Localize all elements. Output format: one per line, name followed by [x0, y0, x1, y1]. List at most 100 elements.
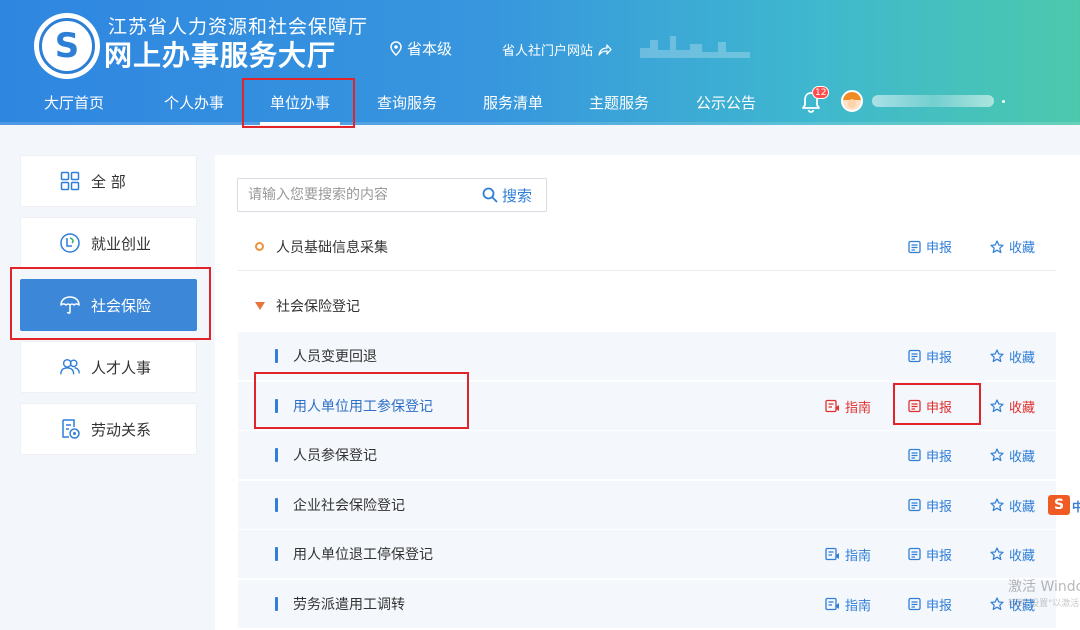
- star-icon: [990, 597, 1004, 611]
- sidebar-item-label: 全 部: [91, 172, 126, 191]
- search-button-label: 搜索: [502, 186, 533, 205]
- people-icon: [59, 356, 81, 378]
- declare-label: 申报: [926, 548, 953, 564]
- guide-button[interactable]: 指南: [825, 595, 871, 614]
- sogou-ime-icon[interactable]: S: [1048, 495, 1070, 515]
- guide-button[interactable]: 指南: [825, 397, 871, 416]
- declare-label: 申报: [926, 350, 953, 366]
- logo-s-icon: S: [54, 26, 80, 66]
- search-button[interactable]: 搜索: [474, 185, 532, 206]
- search-input[interactable]: [238, 180, 474, 210]
- portal-link-label: 省人社门户网站: [502, 44, 594, 59]
- hall-name: 网上办事服务大厅: [104, 39, 337, 72]
- org-logo[interactable]: S: [34, 13, 100, 79]
- nav-announcement[interactable]: 公示公告: [696, 92, 756, 113]
- favorite-label: 收藏: [1009, 241, 1036, 256]
- user-avatar[interactable]: [841, 90, 863, 112]
- circle-bullet-icon: [255, 242, 264, 251]
- windows-activation-watermark: 激活 Windows: [1008, 579, 1080, 595]
- guide-label: 指南: [845, 598, 872, 614]
- favorite-button[interactable]: 收藏: [990, 545, 1035, 564]
- group-title[interactable]: 人员基础信息采集: [276, 237, 388, 257]
- nav-personal[interactable]: 个人办事: [164, 92, 224, 113]
- nav-query[interactable]: 查询服务: [377, 92, 437, 113]
- sidebar-item-all[interactable]: 全 部: [20, 155, 197, 207]
- star-icon: [990, 349, 1004, 363]
- sidebar-item-talent[interactable]: 人才人事: [20, 341, 197, 393]
- declare-label: 申报: [926, 598, 953, 614]
- share-arrow-icon: [598, 43, 612, 56]
- nav-home[interactable]: 大厅首页: [44, 92, 104, 113]
- item-title[interactable]: 劳务派遣用工调转: [293, 594, 405, 614]
- sidebar-item-labor[interactable]: 劳动关系: [20, 403, 197, 455]
- favorite-label: 收藏: [1009, 449, 1036, 465]
- declare-button[interactable]: 申报: [908, 347, 952, 366]
- level-selector[interactable]: 省本级: [390, 38, 452, 59]
- username-dot: [1002, 100, 1005, 103]
- star-icon: [990, 547, 1004, 561]
- favorite-label: 收藏: [1009, 350, 1036, 366]
- portal-link[interactable]: 省人社门户网站: [502, 40, 612, 59]
- item-title[interactable]: 用人单位退工停保登记: [293, 544, 433, 564]
- list-item: 企业社会保险登记 申报 收藏: [238, 481, 1056, 529]
- declare-button[interactable]: 申报: [908, 595, 952, 614]
- nav-service-list[interactable]: 服务清单: [483, 92, 543, 113]
- document-icon: [59, 418, 81, 440]
- username-blurred[interactable]: [872, 95, 994, 107]
- declare-icon: [908, 498, 921, 512]
- item-title[interactable]: 人员变更回退: [293, 346, 377, 366]
- star-icon: [990, 448, 1004, 462]
- star-icon: [990, 239, 1004, 253]
- declare-icon: [908, 240, 921, 253]
- favorite-label: 收藏: [1009, 548, 1036, 564]
- declare-icon: [908, 547, 921, 561]
- item-bar-marker: [275, 597, 278, 611]
- star-icon: [990, 399, 1004, 413]
- declare-icon: [908, 448, 921, 462]
- skyline-decoration-icon: [640, 36, 750, 58]
- declare-button[interactable]: 申报: [908, 237, 952, 256]
- employment-icon: [59, 232, 81, 254]
- declare-button[interactable]: 申报: [908, 545, 952, 564]
- highlight-box-item: [254, 372, 469, 429]
- ime-chinese-mode-icon[interactable]: 中: [1072, 498, 1080, 515]
- sidebar-item-label: 就业创业: [91, 234, 152, 253]
- declare-button[interactable]: 申报: [908, 496, 952, 515]
- guide-label: 指南: [845, 548, 872, 564]
- list-group-row: 人员基础信息采集 申报 收藏: [238, 223, 1056, 271]
- list-item: 人员参保登记 申报 收藏: [238, 431, 1056, 479]
- notification-badge: 12: [812, 86, 830, 99]
- item-bar-marker: [275, 448, 278, 462]
- logo-ring-icon: S: [39, 18, 95, 74]
- favorite-button[interactable]: 收藏: [990, 496, 1035, 515]
- declare-button[interactable]: 申报: [908, 446, 952, 465]
- favorite-button[interactable]: 收藏: [990, 446, 1035, 465]
- location-pin-icon: [390, 41, 402, 56]
- favorite-button[interactable]: 收藏: [990, 347, 1035, 366]
- favorite-button[interactable]: 收藏: [990, 237, 1035, 256]
- group-title[interactable]: 社会保险登记: [276, 296, 360, 316]
- declare-label: 申报: [926, 241, 953, 256]
- item-bar-marker: [275, 349, 278, 363]
- list-item: 劳务派遣用工调转 指南 申报 收藏: [238, 580, 1056, 628]
- favorite-button[interactable]: 收藏: [990, 397, 1035, 416]
- highlight-box-nav: [242, 78, 355, 128]
- guide-icon: [825, 597, 839, 611]
- expand-triangle-icon[interactable]: [255, 302, 265, 310]
- windows-activation-hint: 转到"设置"以激活: [1008, 599, 1080, 609]
- declare-label: 申报: [926, 499, 953, 515]
- declare-icon: [908, 349, 921, 363]
- nav-topic[interactable]: 主题服务: [589, 92, 649, 113]
- item-bar-marker: [275, 547, 278, 561]
- item-title[interactable]: 企业社会保险登记: [293, 495, 405, 515]
- sidebar-item-label: 劳动关系: [91, 420, 152, 439]
- list-item: 用人单位退工停保登记 指南 申报 收藏: [238, 530, 1056, 578]
- grid-icon: [59, 170, 81, 192]
- guide-button[interactable]: 指南: [825, 545, 871, 564]
- list-group-row: 社会保险登记: [238, 282, 1056, 330]
- item-title[interactable]: 人员参保登记: [293, 445, 377, 465]
- sidebar-item-label: 人才人事: [91, 358, 152, 377]
- sidebar-item-employment[interactable]: 就业创业: [20, 217, 197, 269]
- highlight-box-sidebar: [10, 267, 211, 340]
- highlight-box-declare: [893, 383, 981, 425]
